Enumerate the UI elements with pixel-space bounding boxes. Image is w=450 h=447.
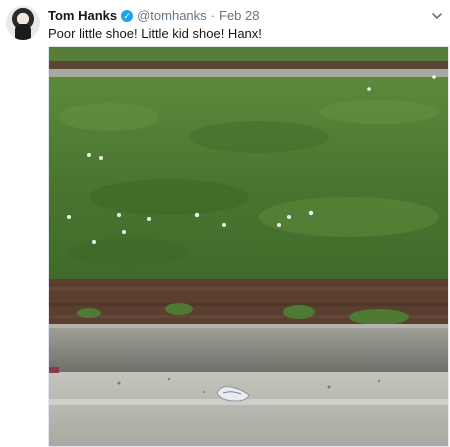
tweet-header: Tom Hanks ✓ @tomhanks · Feb 28 bbox=[48, 7, 440, 25]
road-line bbox=[49, 399, 448, 405]
chevron-down-icon[interactable] bbox=[430, 9, 444, 23]
author-handle[interactable]: @tomhanks bbox=[137, 8, 207, 24]
verified-badge-icon: ✓ bbox=[121, 10, 134, 22]
photo-scene bbox=[49, 47, 448, 446]
avatar[interactable] bbox=[6, 6, 40, 40]
left-debris bbox=[49, 367, 59, 373]
road bbox=[49, 372, 448, 446]
tweet-photo[interactable] bbox=[48, 46, 449, 447]
avatar-figure bbox=[15, 24, 31, 40]
author-name[interactable]: Tom Hanks bbox=[48, 8, 117, 24]
meta-separator: · bbox=[210, 8, 216, 23]
curb-top-edge bbox=[49, 324, 448, 328]
tweet-card[interactable]: Tom Hanks ✓ @tomhanks · Feb 28 Poor litt… bbox=[0, 0, 450, 447]
curb bbox=[49, 324, 448, 372]
tweet-date[interactable]: Feb 28 bbox=[219, 8, 259, 24]
tweet-text: Poor little shoe! Little kid shoe! Hanx! bbox=[48, 26, 262, 41]
